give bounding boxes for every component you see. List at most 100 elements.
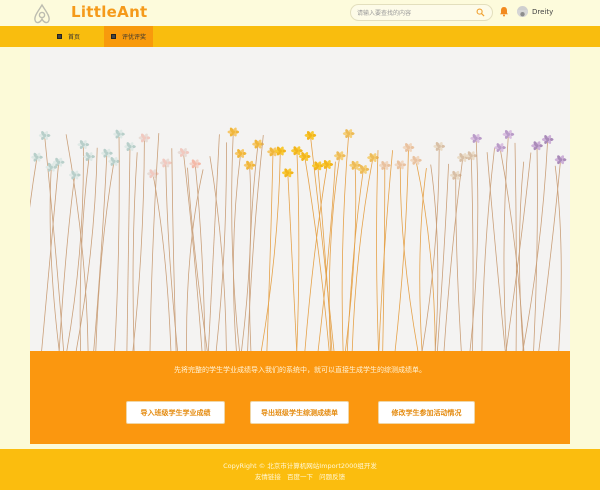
footer-link[interactable]: 百度一下: [287, 473, 313, 481]
flower-center: [151, 172, 155, 176]
flower-center: [81, 143, 85, 147]
flower-stem: [114, 134, 120, 351]
flower-center: [295, 149, 299, 153]
flower-center: [112, 159, 116, 163]
flower-stem: [260, 150, 281, 351]
flower-stem: [341, 133, 350, 351]
flower-stem: [49, 167, 60, 351]
flower-center: [181, 150, 185, 155]
flower-center: [371, 156, 375, 160]
flower-center: [498, 146, 502, 150]
flower-stem: [469, 138, 479, 351]
flower-center: [248, 163, 252, 167]
flower-center: [383, 163, 387, 167]
flower-center: [271, 150, 275, 154]
flower-center: [474, 136, 478, 140]
flower-stem: [554, 165, 562, 351]
flower-stem: [533, 145, 538, 351]
nav-item-awards[interactable]: 评优评奖: [104, 26, 153, 47]
flower-center: [437, 144, 441, 148]
flower-stem: [505, 152, 532, 351]
flower-center: [164, 161, 168, 165]
flower-stem: [399, 164, 419, 351]
flower-stem: [419, 168, 427, 351]
flower-stem: [183, 152, 203, 351]
bell-icon[interactable]: [499, 6, 509, 17]
flower-center: [128, 145, 132, 149]
flower-stem: [346, 169, 364, 351]
flower-center: [105, 151, 109, 155]
flower-stem: [241, 165, 252, 351]
flower-center: [546, 137, 550, 142]
panel-description: 先将完整的学生学业成绩导入我们的系统中，就可以直接生成学生的综测成绩单。: [174, 366, 426, 374]
flower-stem: [132, 137, 145, 351]
banner-image: [30, 47, 570, 351]
flower-stem: [437, 163, 449, 351]
flower-center: [353, 163, 357, 167]
action-panel: 先将完整的学生学业成绩导入我们的系统中，就可以直接生成学生的综测成绩单。 导入班…: [30, 351, 570, 444]
flower-center: [231, 130, 235, 134]
flower-stem: [296, 150, 300, 351]
import-grades-button[interactable]: 导入班级学生学业成绩: [126, 401, 225, 424]
flower-stem: [132, 152, 138, 351]
search-box: [350, 4, 493, 21]
flower-center: [303, 154, 307, 159]
flower-center: [325, 162, 329, 167]
search-icon[interactable]: [476, 8, 485, 17]
flower-stem: [394, 147, 409, 351]
nav-item-home[interactable]: 首页: [57, 26, 86, 47]
flower-center: [117, 132, 121, 136]
flower-center: [406, 145, 411, 150]
flower-stem: [499, 147, 525, 351]
logo-icon[interactable]: [30, 2, 54, 26]
flower-center: [43, 133, 47, 138]
flower-stem: [486, 152, 506, 351]
flower-center: [308, 133, 312, 137]
checkbox-icon: [57, 34, 62, 39]
flower-center: [87, 155, 91, 159]
flower-stem: [415, 160, 436, 351]
flower-stem: [378, 150, 393, 351]
flower-stem: [65, 134, 89, 351]
flower-stem: [503, 134, 509, 351]
flower-center: [193, 162, 197, 166]
flower-center: [57, 160, 61, 164]
flower-stem: [376, 150, 379, 351]
flower-center: [142, 136, 146, 140]
flower-center: [469, 154, 473, 158]
flower-center: [414, 158, 418, 162]
flower-stem: [126, 146, 131, 351]
footer-link[interactable]: 问题反馈: [319, 473, 345, 481]
edit-activities-button[interactable]: 修改学生参加活动情况: [378, 401, 475, 424]
search-input[interactable]: [357, 7, 475, 19]
flower-stem: [481, 147, 495, 351]
footer-link[interactable]: 友情链接: [255, 473, 281, 481]
flower-stem: [519, 161, 525, 351]
flower-center: [35, 155, 39, 159]
flower-center: [278, 149, 282, 153]
flower-center: [535, 144, 539, 148]
flower-center: [461, 155, 465, 160]
flower-stem: [208, 134, 220, 351]
flower-center: [347, 132, 351, 136]
flower-center: [49, 165, 53, 169]
nav-item-label: 评优评奖: [122, 34, 147, 41]
flower-center: [256, 142, 260, 146]
footer: CopyRight © 北京市计算机网站Import2000组开发 友情链接 百…: [0, 449, 600, 490]
flower-center: [316, 164, 320, 168]
flower-stem: [455, 175, 462, 351]
flower-stem: [266, 151, 274, 351]
flower-stem: [152, 173, 172, 351]
dried-flowers-illustration: [30, 127, 567, 351]
export-report-button[interactable]: 导出班级学生综测成绩单: [250, 401, 349, 424]
flower-stem: [231, 131, 240, 351]
footer-copyright: CopyRight © 北京市计算机网站Import2000组开发: [223, 462, 377, 470]
avatar-image: [517, 10, 528, 17]
flower-stem: [287, 172, 298, 351]
header: LittleAnt Dreity: [0, 0, 600, 26]
avatar[interactable]: [517, 6, 528, 17]
user-name[interactable]: Dreity: [532, 8, 553, 16]
flower-stem: [30, 157, 38, 209]
logo-text[interactable]: LittleAnt: [71, 3, 148, 21]
flower-center: [338, 154, 342, 158]
